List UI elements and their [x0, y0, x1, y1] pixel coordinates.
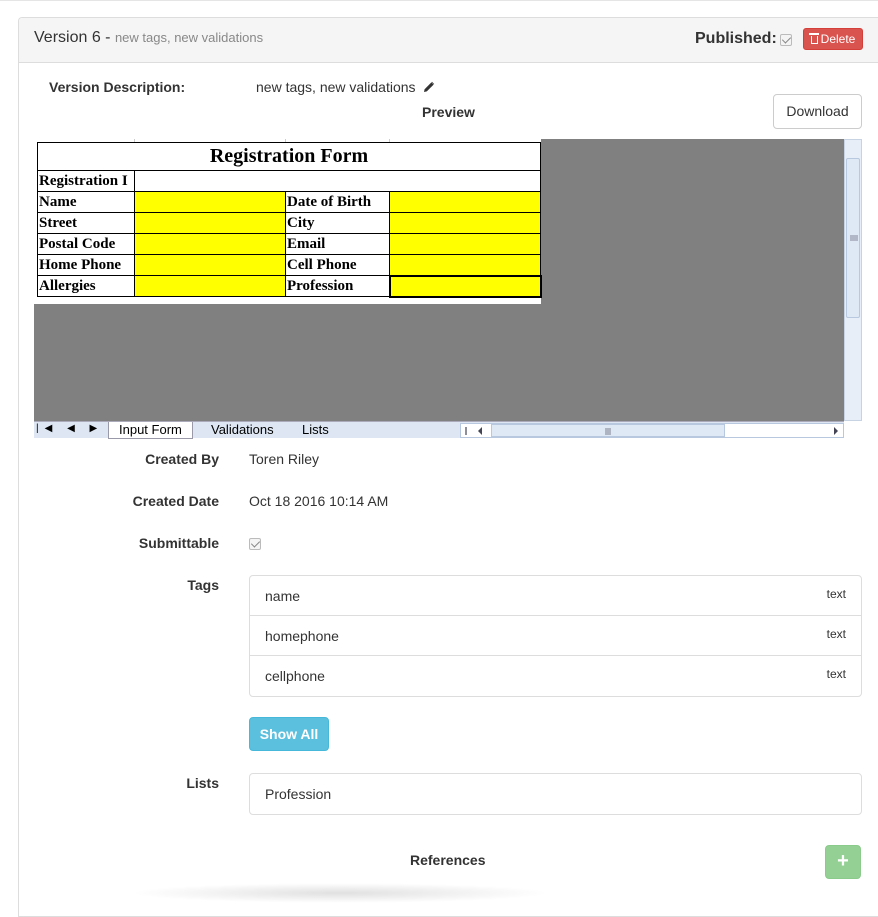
horizontal-scrollbar[interactable]	[460, 423, 844, 438]
version-number: Version 6 -	[34, 29, 111, 46]
lists-label: Lists	[186, 775, 219, 791]
tag-type: text	[826, 627, 846, 641]
selected-input-cell[interactable]	[388, 274, 542, 298]
input-cell[interactable]	[134, 254, 286, 276]
horizontal-scroll-thumb[interactable]	[491, 424, 725, 437]
sheet-tab-bar: |◀ ◀ ▶ ▶| Input Form Validations Lists	[34, 421, 844, 439]
form-label: Date of Birth	[285, 191, 390, 213]
lists-list: Profession	[249, 773, 862, 815]
form-label: Postal Code	[37, 233, 135, 255]
form-label: Allergies	[37, 275, 135, 297]
created-date-value: Oct 18 2016 10:14 AM	[249, 493, 389, 509]
grip-icon	[850, 235, 858, 241]
sheet-tab-validations[interactable]: Validations	[201, 422, 284, 439]
published-checkbox[interactable]	[780, 34, 792, 46]
form-label: Home Phone	[37, 254, 135, 276]
form-label: Profession	[285, 275, 390, 297]
vertical-scrollbar[interactable]	[844, 139, 862, 421]
form-label: Email	[285, 233, 390, 255]
tag-row[interactable]: homephone text	[250, 616, 861, 656]
tag-row[interactable]: cellphone text	[250, 656, 861, 696]
form-label: Cell Phone	[285, 254, 390, 276]
list-row[interactable]: Profession	[250, 774, 861, 814]
description-value[interactable]: new tags, new validations	[256, 79, 435, 95]
tag-type: text	[826, 667, 846, 681]
top-divider	[0, 0, 878, 2]
tag-row[interactable]: name text	[250, 576, 861, 616]
registration-form-table: Registration Form Registration I Name Da…	[37, 142, 542, 298]
form-label: Registration I	[37, 170, 135, 192]
input-cell[interactable]	[389, 254, 541, 276]
input-cell[interactable]	[389, 191, 541, 213]
form-label: Name	[37, 191, 135, 213]
download-button[interactable]: Download	[773, 94, 862, 129]
bottom-shadow	[130, 883, 550, 903]
spreadsheet-preview[interactable]: Registration Form Registration I Name Da…	[34, 139, 844, 421]
input-cell[interactable]	[134, 233, 286, 255]
pencil-icon[interactable]	[423, 81, 435, 93]
show-all-button[interactable]: Show All	[249, 717, 329, 751]
form-cell[interactable]	[134, 170, 541, 192]
add-reference-button[interactable]: +	[825, 845, 861, 879]
created-date-label: Created Date	[132, 493, 219, 509]
grip-icon	[605, 428, 611, 435]
published-label: Published:	[695, 30, 777, 47]
form-label: Street	[37, 212, 135, 234]
scroll-left-icon[interactable]	[477, 427, 483, 435]
description-label: Version Description:	[49, 79, 186, 95]
input-cell[interactable]	[134, 191, 286, 213]
references-label: References	[410, 852, 486, 868]
version-title: Version 6 - new tags, new validations	[34, 29, 263, 47]
preview-label: Preview	[422, 104, 475, 120]
delete-label: Delete	[820, 32, 856, 46]
input-cell[interactable]	[134, 275, 286, 297]
vertical-scroll-thumb[interactable]	[846, 158, 860, 318]
delete-button[interactable]: Delete	[803, 28, 863, 50]
tags-label: Tags	[187, 577, 219, 593]
tab-split-icon[interactable]	[463, 427, 469, 435]
form-title: Registration Form	[37, 142, 541, 171]
input-cell[interactable]	[389, 212, 541, 234]
input-cell[interactable]	[134, 212, 286, 234]
tag-name: name	[265, 588, 301, 604]
sheet-tab-lists[interactable]: Lists	[292, 422, 339, 439]
trash-icon	[808, 33, 819, 44]
tag-name: cellphone	[265, 668, 325, 684]
input-cell[interactable]	[389, 233, 541, 255]
created-by-value: Toren Riley	[249, 451, 320, 467]
form-label: City	[285, 212, 390, 234]
scroll-right-icon[interactable]	[833, 427, 839, 435]
created-by-label: Created By	[145, 451, 219, 467]
description-text: new tags, new validations	[256, 79, 416, 95]
panel-heading: Version 6 - new tags, new validations Pu…	[19, 18, 878, 63]
list-name: Profession	[265, 786, 332, 802]
tags-list: name text homephone text cellphone text	[249, 575, 862, 697]
submittable-checkbox[interactable]	[249, 538, 261, 550]
tag-type: text	[826, 587, 846, 601]
tag-name: homephone	[265, 628, 339, 644]
submittable-label: Submittable	[138, 535, 219, 551]
version-subtitle: new tags, new validations	[114, 30, 264, 45]
sheet-tab-input-form[interactable]: Input Form	[108, 422, 193, 439]
